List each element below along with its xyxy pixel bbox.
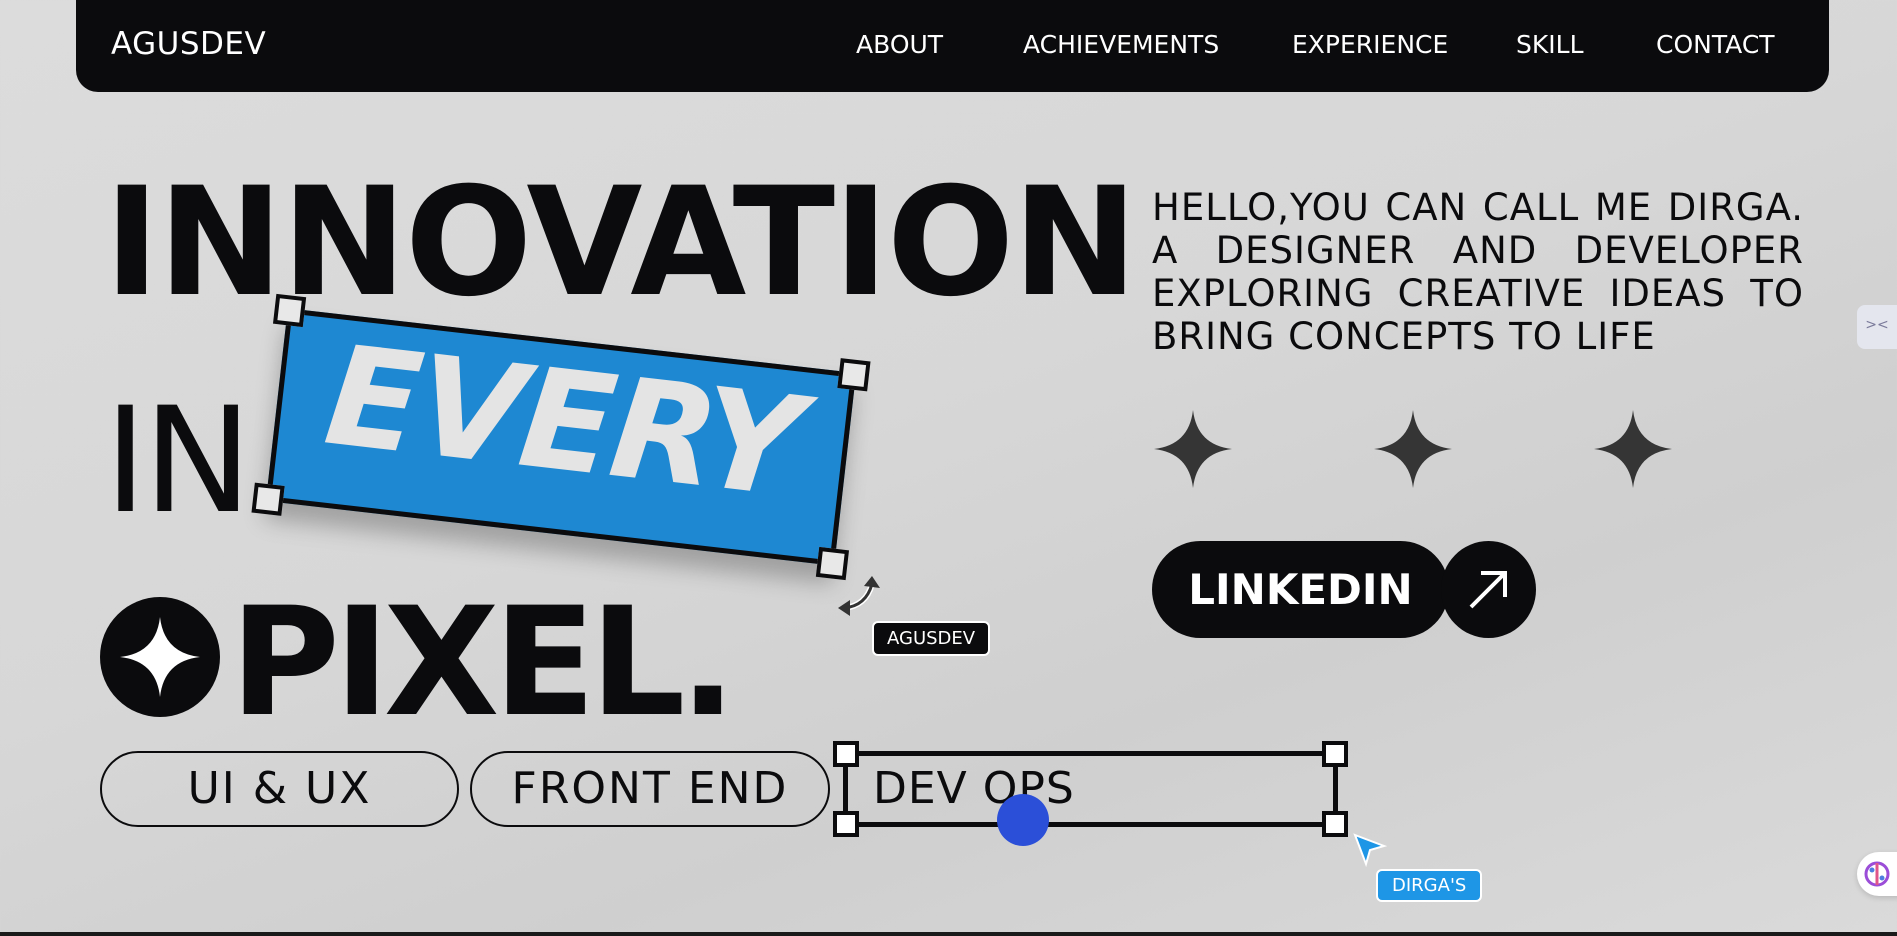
sparkle-circle-icon	[100, 597, 220, 717]
side-collapse-widget[interactable]: ><	[1857, 305, 1897, 349]
bottom-divider	[0, 932, 1897, 936]
every-highlight-box: EVERY	[251, 293, 871, 581]
cursor-arrow-icon	[1353, 833, 1388, 868]
resize-handle	[833, 811, 859, 837]
top-navbar: AGUSDEV ABOUT ACHIEVEMENTS EXPERIENCE SK…	[76, 0, 1829, 92]
nav-experience[interactable]: EXPERIENCE	[1292, 30, 1448, 59]
rotate-icon	[838, 576, 880, 616]
headline-pixel: PIXEL.	[230, 576, 736, 750]
sparkle-star-icon	[120, 617, 200, 697]
skill-pill-frontend[interactable]: FRONT END	[470, 751, 830, 827]
sparkle-star-icon	[1374, 410, 1452, 488]
resize-handle	[1322, 741, 1348, 767]
assistant-widget[interactable]	[1857, 852, 1897, 896]
arrow-up-right-icon	[1469, 571, 1507, 609]
resize-handle	[833, 741, 859, 767]
linkedin-arrow-button[interactable]	[1441, 541, 1536, 638]
nav-about[interactable]: ABOUT	[856, 30, 943, 59]
resize-handle	[1322, 811, 1348, 837]
brain-icon	[1864, 861, 1890, 887]
nav-contact[interactable]: CONTACT	[1656, 30, 1775, 59]
linkedin-button[interactable]: LINKEDIN	[1152, 541, 1449, 638]
intro-text: HELLO,YOU CAN CALL ME DIRGA. A DESIGNER …	[1152, 186, 1804, 358]
skill-pill-devops[interactable]: DEV OPS	[833, 741, 1348, 837]
resize-handle	[251, 482, 285, 516]
nav-achievements[interactable]: ACHIEVEMENTS	[1023, 30, 1219, 59]
headline-every: EVERY	[318, 314, 808, 529]
resize-handle	[272, 293, 307, 328]
collab-cursor-tag: DIRGA'S	[1376, 869, 1483, 902]
collapse-icon: ><	[1865, 317, 1889, 333]
blue-dot	[997, 794, 1049, 846]
sparkle-star-icon	[1594, 410, 1672, 488]
headline-in: IN	[104, 376, 252, 546]
nav-skill[interactable]: SKILL	[1516, 30, 1584, 59]
sparkle-star-icon	[1154, 410, 1232, 488]
collab-cursor-tag: AGUSDEV	[872, 621, 991, 656]
brand-logo[interactable]: AGUSDEV	[111, 26, 266, 62]
headline-innovation: INNOVATION	[104, 156, 1138, 330]
skill-pill-uiux[interactable]: UI & UX	[100, 751, 459, 827]
resize-handle	[837, 358, 871, 392]
